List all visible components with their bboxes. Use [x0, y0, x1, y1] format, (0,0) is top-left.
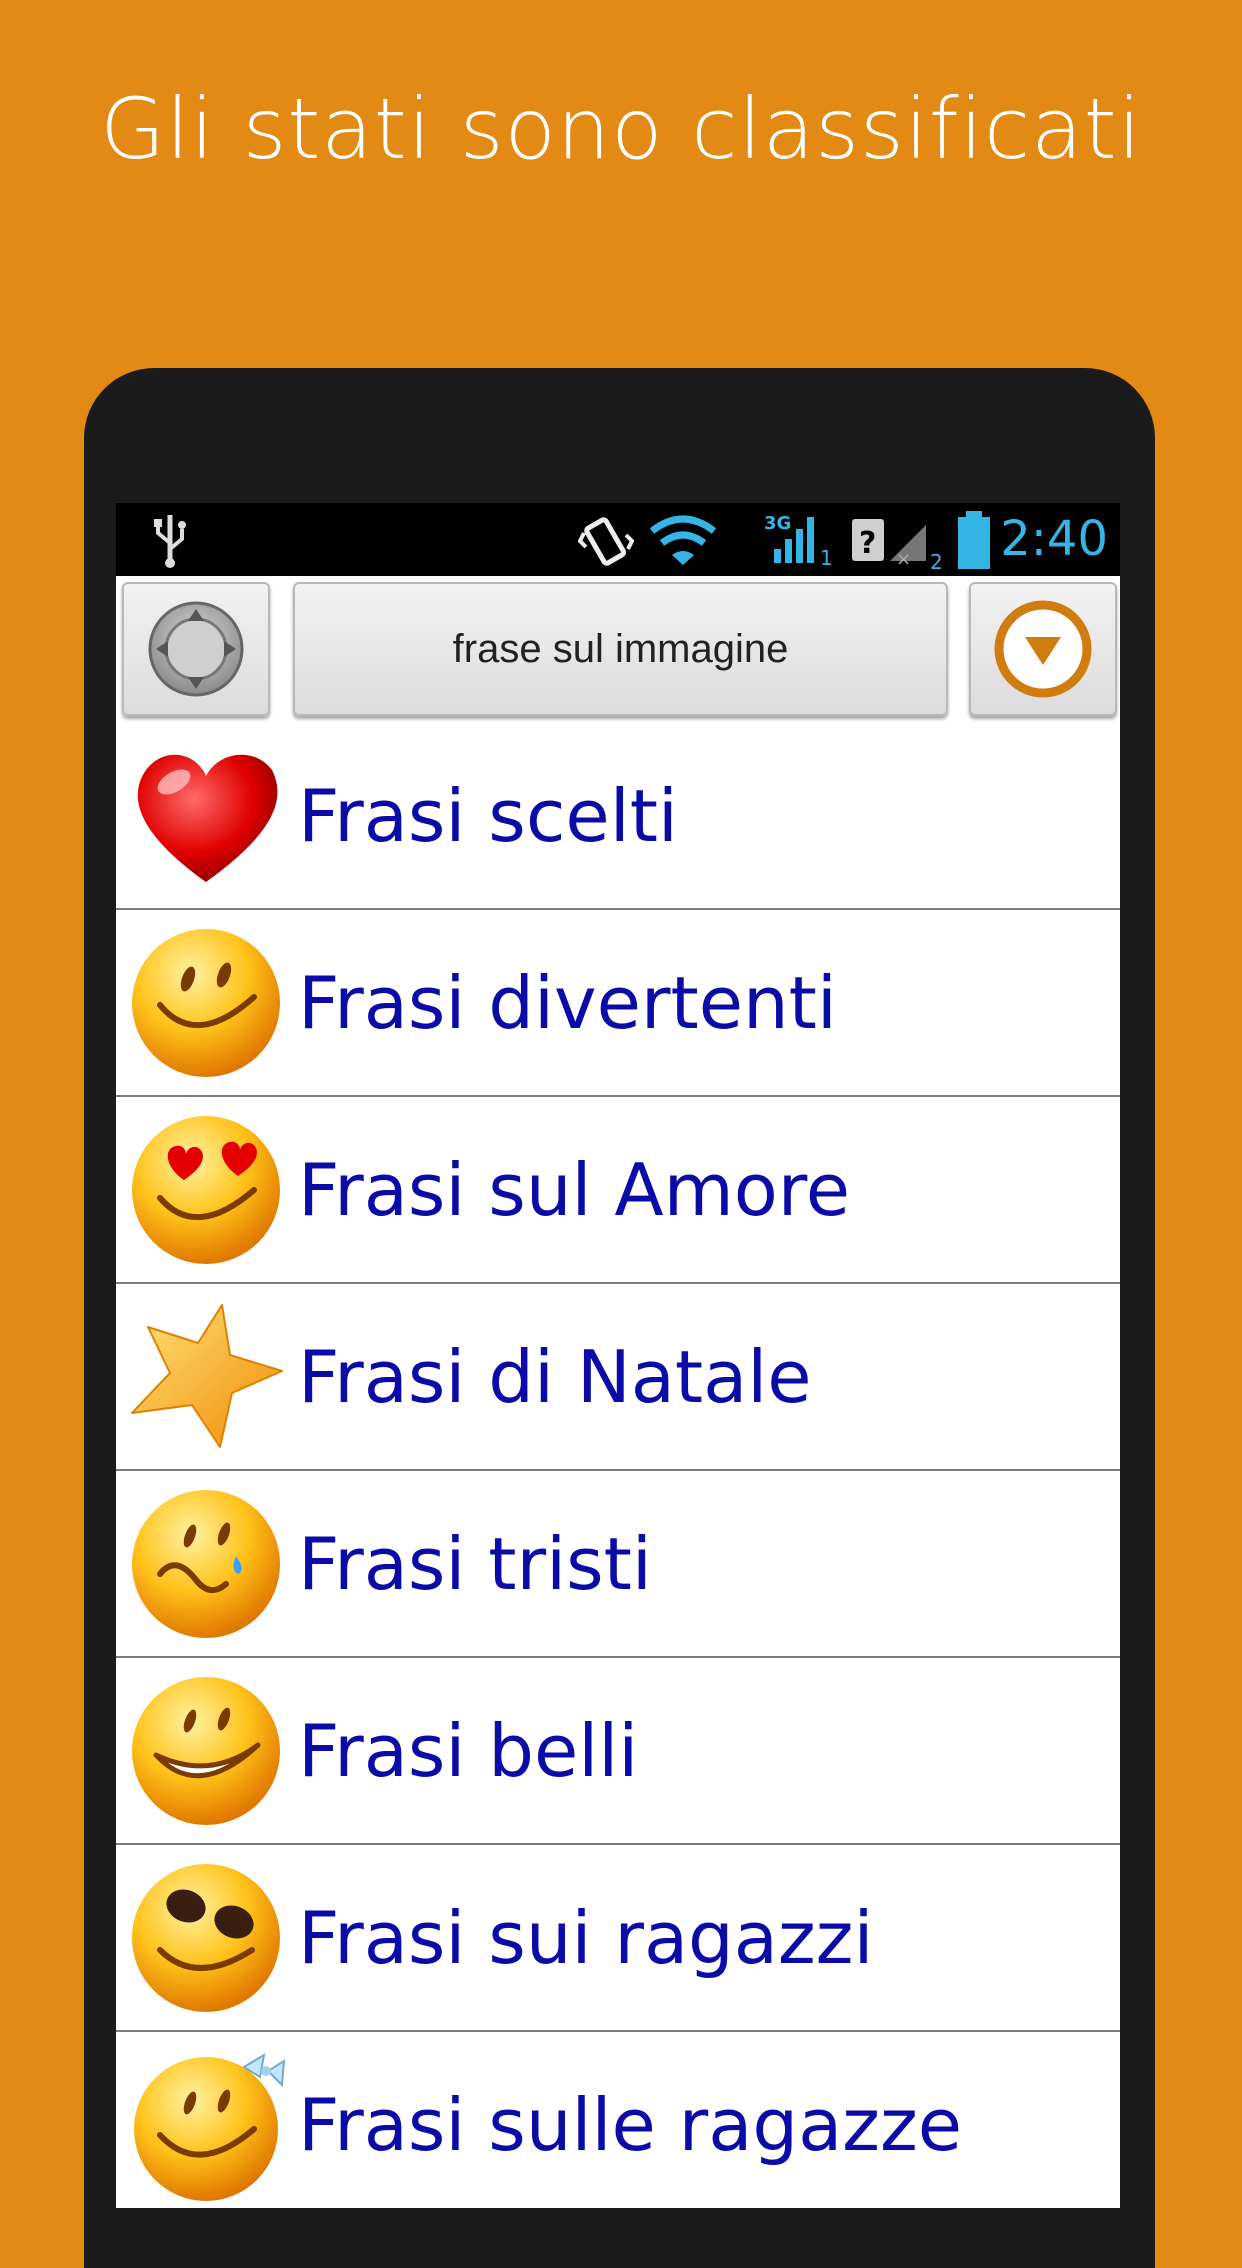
list-item[interactable]: Frasi sui ragazzi — [116, 1845, 1120, 2032]
signal-3g-icon: 3G 1 — [764, 513, 833, 569]
svg-text:?: ? — [859, 526, 876, 561]
signal-sim2-icon: ? × 2 — [852, 519, 943, 571]
bow-smiley-icon — [134, 2052, 286, 2201]
list-item-label: Frasi sui ragazzi — [298, 1895, 874, 1980]
battery-icon — [958, 511, 990, 569]
list-item[interactable]: Frasi divertenti — [116, 910, 1120, 1097]
svg-text:1: 1 — [820, 546, 833, 569]
title-button[interactable]: frase sul immagine — [293, 582, 948, 716]
usb-icon — [154, 515, 186, 568]
vibrate-icon — [578, 517, 634, 566]
list-item-label: Frasi di Natale — [298, 1334, 812, 1419]
toolbar: frase sul immagine — [116, 576, 1120, 723]
list-item[interactable]: Frasi sul Amore — [116, 1097, 1120, 1284]
list-item-label: Frasi tristi — [298, 1521, 652, 1606]
list-item[interactable]: Frasi tristi — [116, 1471, 1120, 1658]
wifi-icon — [649, 515, 717, 565]
dropdown-circle-icon — [994, 600, 1092, 698]
crosshair-menu-icon — [148, 601, 244, 697]
smiley-wink-icon — [132, 928, 280, 1077]
list-item[interactable]: Frasi scelti — [116, 723, 1120, 910]
list-item[interactable]: Frasi sulle ragazze — [116, 2032, 1120, 2208]
sunglasses-smiley-icon — [132, 1863, 280, 2012]
headline: Gli stati sono classificati — [100, 80, 1142, 178]
dropdown-button[interactable] — [969, 582, 1117, 716]
list-item-label: Frasi sul Amore — [298, 1147, 851, 1232]
status-bar: 3G 1 ? × 2 2:40 — [116, 503, 1120, 576]
list-item[interactable]: Frasi di Natale — [116, 1284, 1120, 1471]
list-item[interactable]: Frasi belli — [116, 1658, 1120, 1845]
grin-smiley-icon — [132, 1676, 280, 1825]
svg-text:2: 2 — [930, 550, 943, 571]
list-item-label: Frasi belli — [298, 1708, 639, 1793]
category-list: Frasi scelti Frasi divertenti Frasi sul … — [116, 723, 1120, 2208]
crosshair-menu-button[interactable] — [122, 582, 270, 716]
heart-eyes-smiley-icon — [132, 1115, 280, 1264]
phone-screen: 3G 1 ? × 2 2:40 frase sul immagine Frasi… — [116, 503, 1120, 2208]
list-item-label: Frasi divertenti — [298, 960, 837, 1045]
star-icon — [131, 1303, 283, 1448]
svg-text:×: × — [896, 549, 911, 570]
heart-icon — [137, 754, 278, 882]
list-item-label: Frasi scelti — [298, 773, 678, 858]
status-clock: 2:40 — [1000, 511, 1108, 567]
svg-text:3G: 3G — [764, 513, 791, 534]
crying-smiley-icon — [132, 1489, 280, 1638]
list-item-label: Frasi sulle ragazze — [298, 2082, 963, 2167]
